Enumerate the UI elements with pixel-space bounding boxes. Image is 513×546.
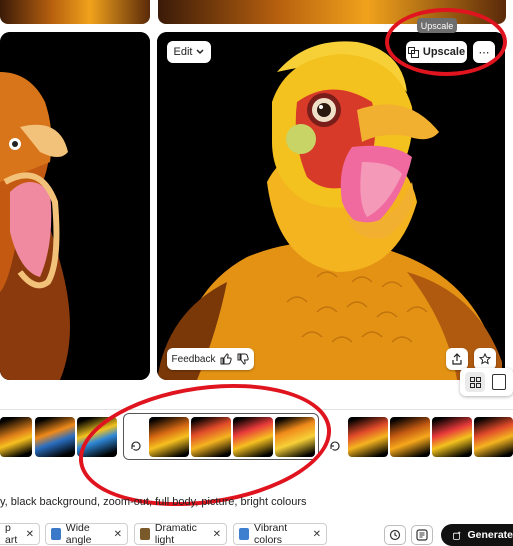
generated-image-left[interactable]	[0, 32, 150, 380]
film-thumb[interactable]	[35, 417, 75, 457]
prompt-text[interactable]: y, black background, zoom-out, full body…	[0, 496, 510, 508]
chip-label: Vibrant colors	[254, 522, 288, 546]
style-chip[interactable]: Vibrant colors ✕	[233, 522, 327, 546]
generate-label: Generate	[467, 529, 513, 541]
style-chip[interactable]: Wide angle ✕	[45, 522, 128, 546]
previous-image-left[interactable]	[0, 0, 150, 24]
generate-icon	[453, 531, 461, 540]
chevron-down-icon	[196, 49, 205, 55]
chip-label: Wide angle	[65, 522, 92, 546]
generated-image-main[interactable]: Edit Upscale ⋯ Feedback	[157, 32, 505, 380]
single-view-icon[interactable]	[492, 374, 506, 390]
close-icon[interactable]: ✕	[114, 529, 122, 540]
film-thumb[interactable]	[0, 417, 32, 457]
history-icon	[389, 529, 401, 541]
style-chip[interactable]: Dramatic light ✕	[134, 522, 227, 546]
share-button[interactable]	[446, 348, 468, 370]
close-icon[interactable]: ✕	[313, 529, 321, 540]
regenerate-icon[interactable]	[329, 440, 341, 452]
film-thumb[interactable]	[390, 417, 430, 457]
wide-angle-icon	[51, 528, 61, 540]
history-button[interactable]	[384, 525, 406, 545]
star-icon	[479, 353, 491, 365]
share-icon	[452, 353, 462, 365]
chip-label: p art	[5, 522, 18, 546]
dramatic-light-icon	[140, 528, 150, 540]
generate-button[interactable]: Generate	[441, 524, 513, 546]
bird-illustration-left	[0, 32, 150, 380]
edit-label: Edit	[173, 46, 193, 58]
thumbs-down-icon[interactable]	[237, 353, 250, 365]
vibrant-colors-icon	[239, 528, 250, 540]
annotation-circle-upscale	[385, 8, 507, 76]
feedback-label: Feedback	[171, 353, 216, 365]
thumbs-up-icon[interactable]	[220, 353, 233, 365]
close-icon[interactable]: ✕	[26, 529, 34, 540]
settings-button[interactable]	[411, 525, 433, 545]
feedback-bar: Feedback	[167, 348, 254, 370]
settings-icon	[416, 529, 428, 541]
film-thumb[interactable]	[348, 417, 388, 457]
grid-icon	[469, 376, 481, 388]
grid-view-button[interactable]	[465, 372, 485, 392]
edit-button[interactable]: Edit	[167, 41, 211, 63]
chip-label: Dramatic light	[154, 522, 197, 546]
film-thumb[interactable]	[432, 417, 472, 457]
view-toggle	[460, 368, 513, 396]
bird-illustration-main	[157, 32, 505, 380]
close-icon[interactable]: ✕	[213, 529, 221, 540]
film-thumb[interactable]	[474, 417, 513, 457]
favorite-button[interactable]	[474, 348, 496, 370]
style-chip[interactable]: p art ✕	[0, 522, 40, 546]
